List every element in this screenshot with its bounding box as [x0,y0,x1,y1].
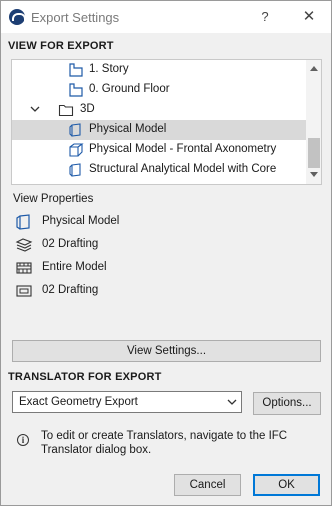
view-for-export-heading: VIEW FOR EXPORT [8,40,114,52]
help-button[interactable]: ? [255,7,275,27]
translator-select[interactable]: Exact Geometry Export [12,391,242,413]
property-layer-combination: 02 Drafting [15,235,295,255]
translator-heading: TRANSLATOR FOR EXPORT [8,371,162,383]
axonometry-icon [69,143,84,157]
cancel-button[interactable]: Cancel [174,474,241,496]
export-settings-dialog: Export Settings ? ✕ VIEW FOR EXPORT 1. S… [0,0,332,506]
folder-icon [58,104,74,117]
3d-view-icon [16,214,30,230]
property-label: 02 Drafting [42,284,99,296]
info-text: To edit or create Translators, navigate … [41,430,288,456]
pen-set-icon [16,285,32,297]
options-button[interactable]: Options... [253,392,321,415]
layers-icon [15,238,33,252]
translator-selected-value: Exact Geometry Export [19,396,138,408]
ok-button[interactable]: OK [253,474,320,496]
tree-item-3d-folder[interactable]: 3D [12,100,306,120]
scroll-thumb[interactable] [308,138,320,168]
property-label: Entire Model [42,261,107,273]
property-model-filter: Entire Model [15,258,295,278]
tree-item-label: Structural Analytical Model with Core [89,163,277,175]
scroll-up-arrow-icon[interactable] [310,65,318,71]
chevron-down-icon[interactable] [28,102,42,116]
property-label: Physical Model [42,215,120,227]
tree-scrollbar[interactable] [306,60,321,184]
tree-item-frontal-axonometry[interactable]: Physical Model - Frontal Axonometry [12,140,306,160]
close-button[interactable]: ✕ [297,7,321,27]
view-settings-button[interactable]: View Settings... [12,340,321,362]
property-view-type: Physical Model [15,212,295,232]
chevron-down-icon[interactable] [227,399,237,406]
property-label: 02 Drafting [42,238,99,250]
property-pen-set: 02 Drafting [15,281,295,301]
tree-item-physical-model[interactable]: Physical Model [12,120,306,140]
archicad-logo-icon [9,9,26,25]
3d-view-icon [69,123,81,137]
info-icon: i [17,434,29,446]
tree-item-label: Physical Model [89,123,167,135]
tree-item-label: 3D [80,103,95,115]
view-properties-label: View Properties [13,193,94,205]
view-tree[interactable]: 1. Story 0. Ground Floor 3D Physical Mod… [11,59,322,185]
tree-item-structural-model[interactable]: Structural Analytical Model with Core [12,160,306,180]
tree-item-label: 0. Ground Floor [89,83,170,95]
3d-view-icon [69,163,81,177]
title-bar: Export Settings ? ✕ [1,1,331,33]
scroll-down-arrow-icon[interactable] [310,172,318,178]
tree-item-label: 1. Story [89,63,129,75]
tree-item-label: Physical Model - Frontal Axonometry [89,143,277,155]
window-title: Export Settings [31,10,120,25]
tree-item-1-story[interactable]: 1. Story [12,60,306,80]
model-filter-icon [16,262,32,274]
story-icon [69,83,83,97]
tree-item-ground-floor[interactable]: 0. Ground Floor [12,80,306,100]
story-icon [69,63,83,77]
